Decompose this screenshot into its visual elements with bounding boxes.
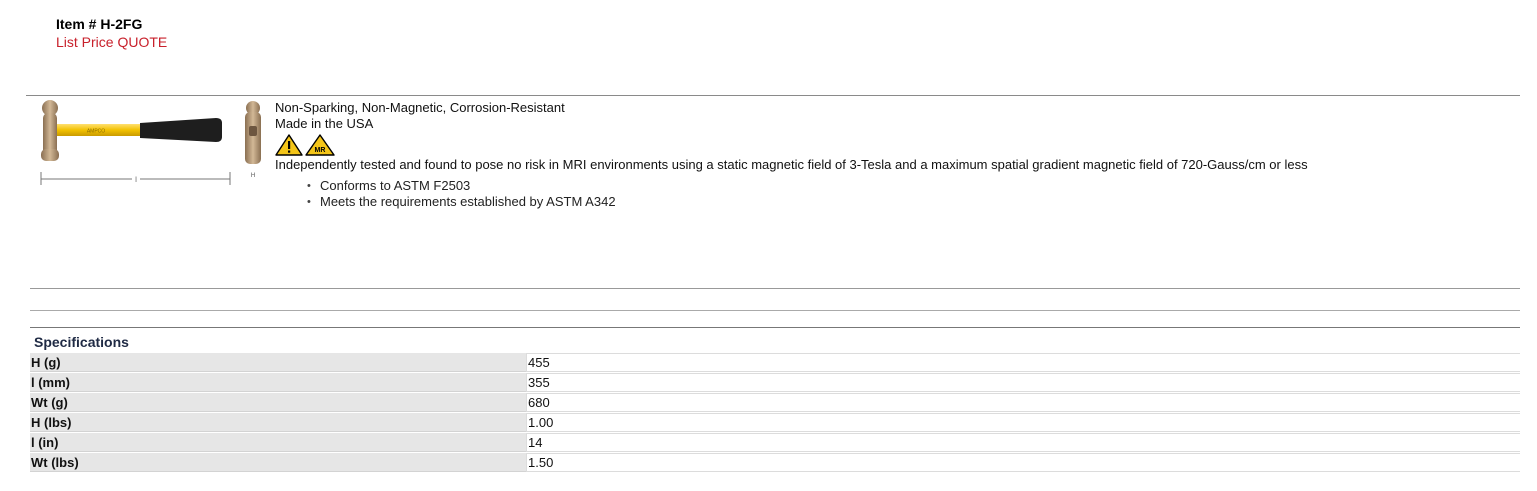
product-description: Non-Sparking, Non-Magnetic, Corrosion-Re… [275, 100, 1308, 210]
table-row: Wt (lbs) 1.50 [30, 453, 1520, 472]
table-row: H (g) 455 [30, 353, 1520, 372]
specifications-section: Specifications H (g) 455 l (mm) 355 Wt (… [30, 330, 1520, 473]
feature-line: Made in the USA [275, 116, 374, 131]
table-row: l (mm) 355 [30, 373, 1520, 392]
item-number: Item # H-2FG [56, 16, 143, 32]
spec-value: 680 [526, 393, 1520, 412]
section-divider [30, 288, 1520, 289]
spec-label: Wt (lbs) [30, 453, 526, 472]
table-row: H (lbs) 1.00 [30, 413, 1520, 432]
table-row: l (in) 14 [30, 433, 1520, 452]
hammer-head-side-view: H [245, 101, 261, 179]
spec-label: H (g) [30, 353, 526, 372]
dimension-l-label: l [135, 177, 137, 184]
list-item: Meets the requirements established by AS… [307, 194, 1308, 210]
list-item: Conforms to ASTM F2503 [307, 178, 1308, 194]
spec-value: 1.50 [526, 453, 1520, 472]
mri-statement: Independently tested and found to pose n… [275, 157, 1308, 172]
spec-value: 355 [526, 373, 1520, 392]
section-divider [30, 310, 1520, 311]
spec-value: 455 [526, 353, 1520, 372]
spec-value: 14 [526, 433, 1520, 452]
section-divider [30, 327, 1520, 328]
hammer-product-image[interactable]: AMPCO l [36, 99, 236, 189]
item-header: Item # H-2FG List Price QUOTE [56, 16, 167, 51]
list-price: List Price QUOTE [56, 34, 168, 50]
specifications-title: Specifications [34, 334, 129, 350]
mri-badge-text: MR [315, 147, 326, 154]
warning-triangle-icon [275, 134, 303, 156]
mri-safe-icon: MR [305, 134, 335, 156]
spec-label: H (lbs) [30, 413, 526, 432]
spec-value: 1.00 [526, 413, 1520, 432]
safety-badges: MR [275, 134, 1308, 156]
specifications-table: H (g) 455 l (mm) 355 Wt (g) 680 H (lbs) … [30, 352, 1520, 473]
spec-label: l (mm) [30, 373, 526, 392]
table-row: Wt (g) 680 [30, 393, 1520, 412]
handle-brand: AMPCO [87, 129, 105, 135]
section-divider [26, 95, 1520, 96]
spec-label: Wt (g) [30, 393, 526, 412]
dimension-h-label: H [251, 173, 255, 179]
feature-line: Non-Sparking, Non-Magnetic, Corrosion-Re… [275, 100, 565, 115]
spec-label: l (in) [30, 433, 526, 452]
standards-list: Conforms to ASTM F2503 Meets the require… [275, 178, 1308, 210]
